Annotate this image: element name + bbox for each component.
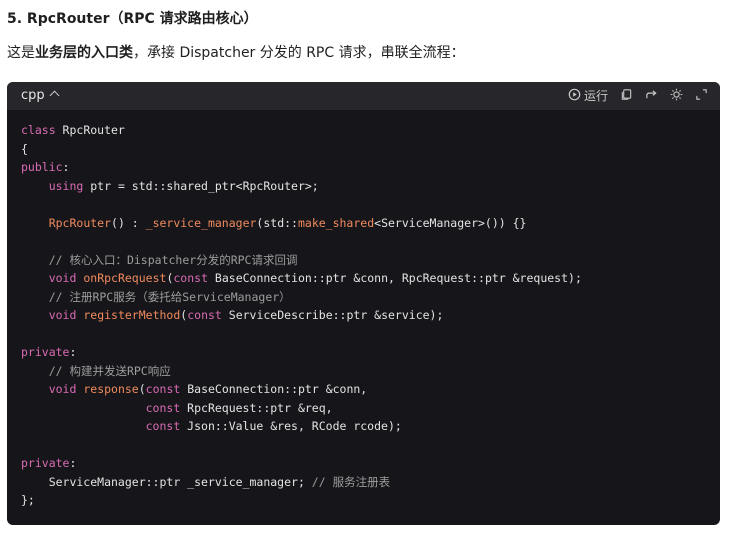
code-line: const RpcRequest::ptr &req, <box>21 399 582 418</box>
code-token: const <box>145 419 181 433</box>
chevron-up-icon <box>49 90 60 101</box>
code-token: _service_manager <box>145 215 257 230</box>
code-line: class RpcRouter <box>21 121 582 140</box>
code-token: : <box>69 345 77 359</box>
run-button[interactable]: 运行 <box>568 87 608 104</box>
code-line: private: <box>21 454 582 473</box>
code-line: // 核心入口：Dispatcher分发的RPC请求回调 <box>21 251 582 270</box>
code-line: // 注册RPC服务（委托给ServiceManager） <box>21 288 582 307</box>
intro-paragraph: 这是业务层的入口类，承接 Dispatcher 分发的 RPC 请求，串联全流程… <box>7 42 465 62</box>
code-token: <ServiceManager>()) {} <box>374 215 527 230</box>
code-line: void onRpcRequest(const BaseConnection::… <box>21 269 582 288</box>
intro-text-after: ，承接 Dispatcher 分发的 RPC 请求，串联全流程： <box>133 45 465 61</box>
code-token: : <box>69 456 77 470</box>
code-token: RpcRouter <box>55 123 125 137</box>
code-token: : <box>62 160 70 174</box>
code-token: const <box>187 308 222 322</box>
copy-icon <box>620 88 633 104</box>
code-token: (std:: <box>256 215 298 230</box>
code-token: { <box>21 141 28 156</box>
code-line: const Json::Value &res, RCode rcode); <box>21 417 582 436</box>
code-token: const <box>173 271 208 285</box>
code-line: void registerMethod(const ServiceDescrib… <box>21 306 582 325</box>
code-token: // 构建并发送RPC响应 <box>21 363 171 378</box>
language-label: cpp <box>21 88 45 103</box>
intro-text-before: 这是 <box>7 45 35 61</box>
code-token: ptr = std::shared_ptr<RpcRouter>; <box>83 178 319 193</box>
code-token: RpcRouter <box>48 215 112 230</box>
code-token: // 核心入口：Dispatcher分发的RPC请求回调 <box>21 252 298 267</box>
code-token: public <box>21 160 63 174</box>
expand-icon <box>695 88 708 104</box>
code-token: ServiceManager::ptr _service_manager; <box>21 474 312 489</box>
code-content: class RpcRouter{public: using ptr = std:… <box>21 121 582 510</box>
code-token: class <box>21 123 56 137</box>
code-token: onRpcRequest <box>83 271 167 285</box>
code-token: void <box>48 271 77 285</box>
code-token: const <box>145 400 181 415</box>
code-token: const <box>145 382 181 396</box>
run-icon <box>568 88 581 104</box>
code-line: }; <box>21 491 582 510</box>
code-line: { <box>21 140 582 159</box>
section-heading: 5. RpcRouter（RPC 请求路由核心） <box>7 11 258 27</box>
code-token: void <box>48 308 77 322</box>
code-token: using <box>48 178 84 193</box>
code-token: make_shared <box>297 215 375 230</box>
code-line: using ptr = std::shared_ptr<RpcRouter>; <box>21 177 582 196</box>
code-line: void response(const BaseConnection::ptr … <box>21 380 582 399</box>
code-token: // 注册RPC服务（委托给ServiceManager） <box>21 289 291 304</box>
theme-icon <box>670 88 683 104</box>
code-line: ServiceManager::ptr _service_manager; //… <box>21 473 582 492</box>
copy-button[interactable] <box>620 88 633 104</box>
code-token: // 服务注册表 <box>311 474 391 489</box>
code-token: Json::Value &res, RCode rcode); <box>180 419 402 433</box>
code-token: BaseConnection::ptr &conn, RpcRequest::p… <box>208 271 582 285</box>
code-token: }; <box>21 493 35 507</box>
code-line: RpcRouter() : _service_manager(std::make… <box>21 214 582 233</box>
code-line: private: <box>21 343 582 362</box>
run-label: 运行 <box>583 89 608 103</box>
code-token: () : <box>111 215 146 230</box>
code-token: ServiceDescribe::ptr &service); <box>221 308 444 322</box>
share-button[interactable] <box>645 88 658 104</box>
expand-button[interactable] <box>695 88 708 104</box>
code-token: void <box>48 382 77 396</box>
code-token: BaseConnection::ptr &conn, <box>180 382 368 396</box>
share-icon <box>645 88 658 104</box>
language-toggle[interactable]: cpp <box>21 88 60 103</box>
code-token: registerMethod <box>83 308 181 322</box>
code-line: // 构建并发送RPC响应 <box>21 362 582 381</box>
code-line: public: <box>21 158 582 177</box>
intro-bold-text: 业务层的入口类 <box>35 45 133 61</box>
code-token: private <box>21 345 70 359</box>
code-block: cpp 运行 class RpcRouter {public: using p… <box>7 82 720 525</box>
code-token: response <box>83 382 139 396</box>
code-token: private <box>21 456 70 470</box>
theme-button[interactable] <box>670 88 683 104</box>
code-token: ( <box>138 382 146 396</box>
code-toolbar: 运行 <box>568 87 708 104</box>
code-block-header: cpp 运行 <box>7 82 720 110</box>
code-token: RpcRequest::ptr &req, <box>180 400 333 415</box>
